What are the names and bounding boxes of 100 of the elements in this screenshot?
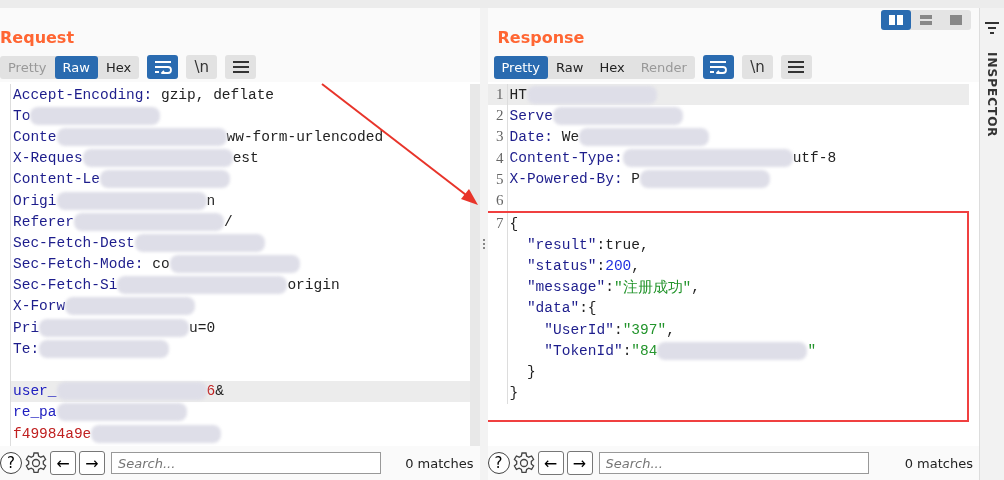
line-number: 5	[496, 170, 504, 188]
back-button[interactable]: ←	[537, 451, 564, 475]
code-text: "data"	[525, 300, 580, 317]
code-text: {	[509, 215, 519, 232]
wrap-toggle[interactable]	[147, 55, 179, 79]
panel-title: Request	[0, 27, 75, 47]
code-text: Pri	[13, 319, 40, 336]
code-text: n	[206, 192, 216, 209]
code-text: ww-form-urlencoded	[226, 128, 384, 145]
forward-button[interactable]: →	[79, 451, 105, 475]
newline-toggle[interactable]: \n	[741, 55, 773, 79]
code-text: Date:	[509, 128, 553, 145]
code-text: }	[509, 385, 519, 402]
code-text: &	[215, 383, 224, 400]
splitter-handle[interactable]	[479, 8, 488, 480]
line-number: 3	[496, 128, 504, 146]
code-text: X-Powered-By:	[509, 171, 623, 188]
code-text: X-Reques	[13, 150, 83, 167]
match-count: 0 matches	[404, 455, 474, 471]
code-text: ,	[631, 258, 641, 275]
wrap-toggle[interactable]	[702, 55, 734, 79]
code-text: HT	[509, 86, 527, 103]
code-text: Sec-Fetch-Si	[13, 277, 118, 294]
code-text: gzip, deflate	[159, 86, 275, 103]
code-text: Referer	[13, 213, 74, 230]
single-pane-icon	[948, 14, 964, 26]
code-text: "message"	[525, 279, 606, 296]
code-text: }	[525, 364, 536, 381]
code-text: ,	[691, 279, 701, 296]
code-text: Serve	[509, 107, 553, 124]
settings-icon[interactable]	[512, 452, 535, 474]
code-text: Content-Le	[13, 171, 100, 188]
view-tab[interactable]: Raw	[548, 55, 592, 79]
code-text: /	[223, 213, 233, 230]
code-text: X-Forw	[13, 298, 66, 315]
code-text: origin	[287, 277, 340, 294]
line-number: 7	[496, 215, 504, 233]
code-text: "84	[631, 342, 658, 359]
code-text: f49984a9e	[13, 425, 92, 442]
filter-icon[interactable]	[985, 22, 999, 34]
view-tab[interactable]: Hex	[591, 55, 633, 79]
line-number: 1	[496, 86, 504, 104]
code-text: :	[613, 321, 623, 338]
code-text: Te:	[13, 340, 40, 357]
code-text: user_	[13, 383, 57, 400]
code-text: co	[151, 256, 170, 273]
view-tab[interactable]: Hex	[97, 55, 140, 79]
code-text: "注册成功"	[613, 278, 692, 297]
rows-icon	[918, 14, 934, 26]
code-text: ,	[666, 321, 675, 338]
code-text: Origi	[13, 192, 57, 209]
help-button[interactable]: ?	[487, 452, 510, 474]
code-text: :	[596, 258, 606, 275]
code-text: "UserId"	[543, 321, 614, 338]
view-tab[interactable]: Pretty	[493, 55, 549, 79]
code-text: "result"	[525, 236, 597, 253]
wrap-icon	[709, 60, 728, 74]
code-text: "status"	[525, 258, 597, 275]
code-text: re_pa	[13, 404, 57, 421]
settings-icon[interactable]	[25, 452, 47, 474]
wrap-icon	[153, 60, 172, 74]
code-text: utf-8	[792, 150, 837, 167]
back-button[interactable]: ←	[50, 451, 76, 475]
code-text: 6	[206, 383, 216, 400]
menu-button[interactable]	[780, 55, 812, 79]
forward-button[interactable]: →	[566, 451, 593, 475]
inspector-tab[interactable]: INSPECTOR	[985, 52, 999, 138]
search-field[interactable]: Search...	[111, 452, 381, 474]
code-text: "	[807, 342, 817, 359]
search-field[interactable]: Search...	[598, 452, 869, 474]
menu-icon	[787, 60, 806, 74]
code-text: :{	[579, 300, 597, 317]
code-text: "397"	[622, 321, 667, 338]
view-tab[interactable]: Raw	[54, 55, 98, 79]
code-text: P	[630, 171, 641, 188]
code-text: To	[13, 107, 31, 124]
menu-button[interactable]	[225, 55, 257, 79]
code-text: 200	[605, 258, 632, 275]
code-text: :	[622, 342, 632, 359]
match-count: 0 matches	[903, 455, 973, 471]
line-number: 4	[496, 149, 504, 167]
code-text: :	[605, 279, 614, 296]
code-text: u=0	[189, 319, 216, 336]
code-text: Sec-Fetch-Dest	[13, 234, 135, 251]
newline-toggle[interactable]: \n	[186, 55, 218, 79]
layout-toggle[interactable]	[881, 10, 911, 30]
code-text: est	[232, 150, 259, 167]
code-text: :true,	[596, 236, 649, 253]
code-text: Conte	[13, 128, 57, 145]
line-number: 2	[496, 107, 504, 125]
code-text: Content-Type:	[509, 150, 623, 167]
code-text: "TokenId"	[543, 342, 623, 359]
panel-title: Response	[497, 27, 585, 47]
code-text: Sec-Fetch-Mode:	[13, 256, 144, 273]
help-button[interactable]: ?	[0, 452, 22, 474]
scrollbar[interactable]	[469, 84, 480, 446]
code-text: Accept-Encoding:	[13, 86, 153, 103]
menu-icon	[231, 60, 250, 74]
columns-icon	[888, 14, 904, 26]
line-number: 6	[496, 192, 504, 210]
